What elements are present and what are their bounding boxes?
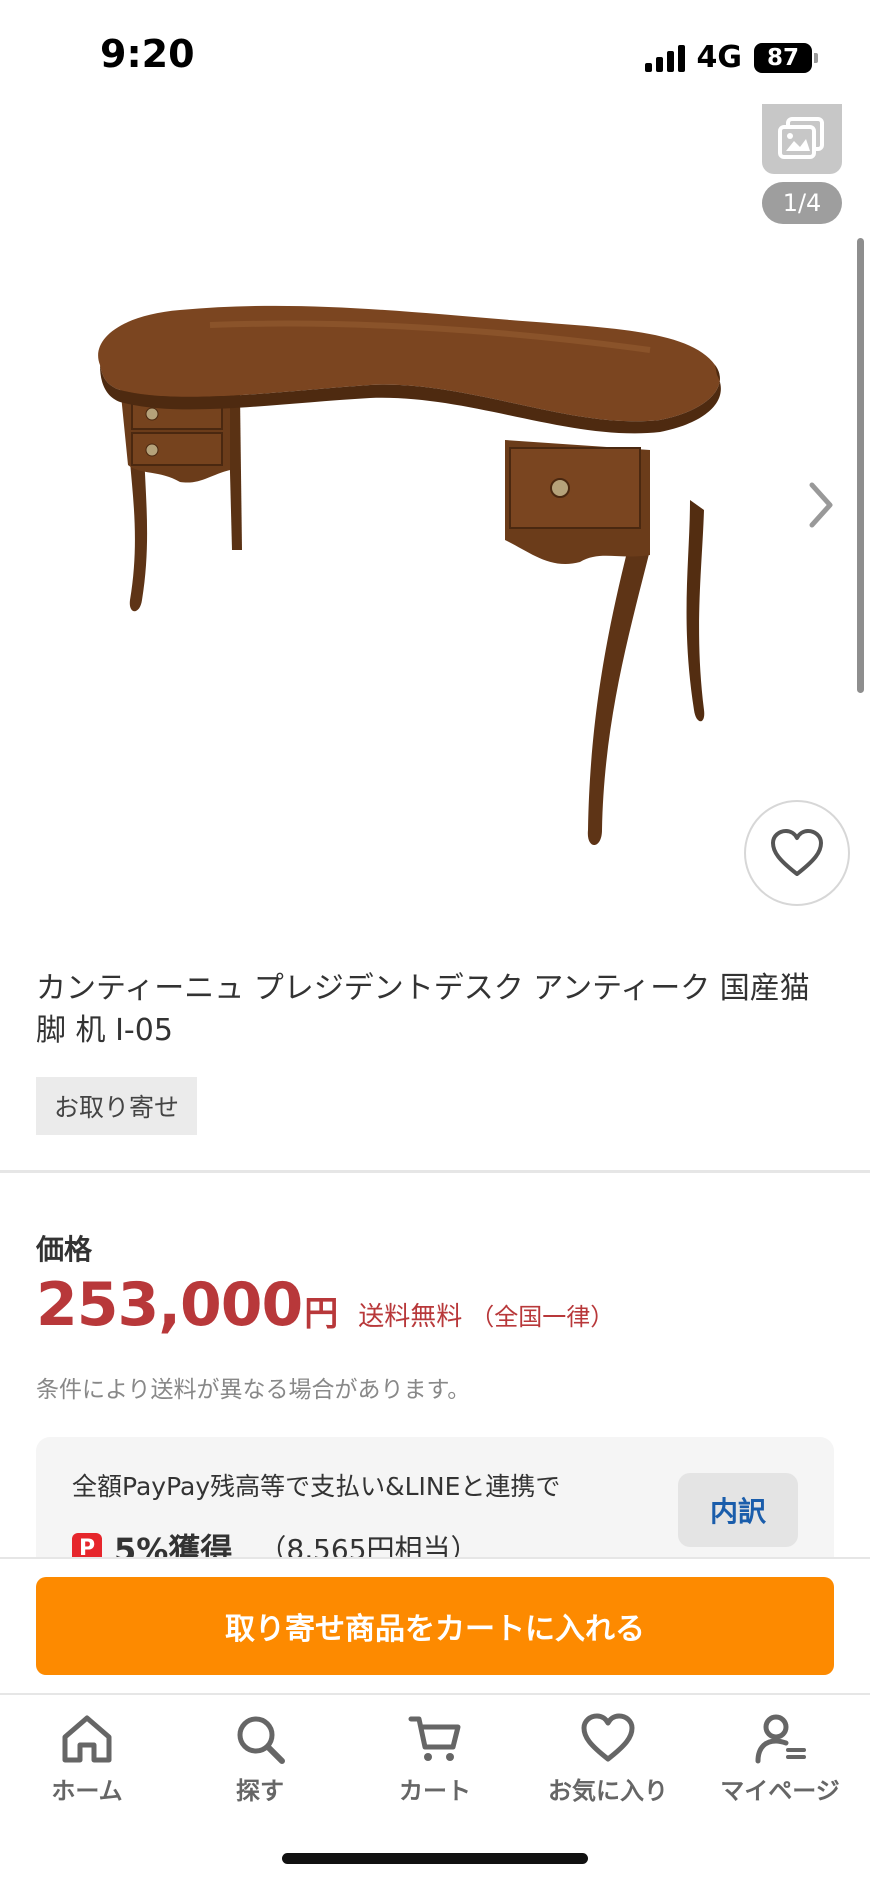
price-unit: 円 xyxy=(304,1294,339,1334)
nav-item-home[interactable]: ホーム xyxy=(17,1713,157,1806)
heart-icon xyxy=(581,1713,635,1762)
status-indicators: 4G 87 xyxy=(644,40,818,75)
nav-label-cart: カート xyxy=(399,1777,471,1805)
search-icon xyxy=(237,1716,285,1764)
gallery-icon xyxy=(778,117,824,159)
nav-item-mypage[interactable]: マイページ xyxy=(710,1713,850,1806)
paypay-description: 全額PayPay残高等で支払い&LINEと連携で xyxy=(72,1472,561,1501)
home-indicator[interactable] xyxy=(282,1853,588,1864)
status-time: 9:20 xyxy=(100,32,195,76)
add-to-cart-button[interactable]: 取り寄せ商品をカートに入れる xyxy=(36,1577,834,1675)
home-icon xyxy=(62,1715,112,1763)
price-heading: 価格 xyxy=(36,1233,93,1266)
shipping-note: （全国一律） xyxy=(470,1303,615,1331)
paypay-reward-box: 全額PayPay残高等で支払い&LINEと連携で 内訳 P 5%獲得 （8,56… xyxy=(36,1437,834,1577)
gallery-button[interactable] xyxy=(762,104,842,174)
network-type: 4G xyxy=(696,40,743,75)
divider xyxy=(0,1170,870,1173)
cart-icon xyxy=(408,1716,461,1761)
user-icon xyxy=(755,1714,806,1764)
favorite-button[interactable] xyxy=(744,800,850,906)
shipping-condition-note: 条件により送料が異なる場合があります。 xyxy=(36,1377,471,1403)
product-image xyxy=(98,305,721,845)
nav-item-search[interactable]: 探す xyxy=(190,1713,330,1806)
status-bar: 9:20 4G 87 xyxy=(0,0,870,105)
breakdown-button[interactable]: 内訳 xyxy=(678,1473,798,1547)
heart-icon xyxy=(771,829,823,876)
chevron-right-icon[interactable] xyxy=(802,475,842,535)
product-image-gallery[interactable]: 1/4 xyxy=(0,100,870,920)
nav-label-mypage: マイページ xyxy=(720,1777,840,1805)
nav-item-favorites[interactable]: お気に入り xyxy=(538,1713,678,1806)
nav-label-favorites: お気に入り xyxy=(548,1777,668,1805)
nav-label-home: ホーム xyxy=(51,1777,123,1805)
cart-section: 取り寄せ商品をカートに入れる xyxy=(0,1557,870,1693)
stock-badge: お取り寄せ xyxy=(36,1077,198,1135)
scrollbar[interactable] xyxy=(857,238,864,693)
nav-item-cart[interactable]: カート xyxy=(365,1713,505,1806)
battery-icon: 87 xyxy=(754,42,818,73)
signal-icon xyxy=(644,44,685,72)
shipping-free-label: 送料無料 xyxy=(358,1302,463,1332)
battery-level: 87 xyxy=(766,44,799,71)
price-row: 253,000 円 送料無料 （全国一律） xyxy=(36,1270,614,1340)
product-title: カンティーニュ プレジデントデスク アンティーク 国産猫脚 机 I-05 xyxy=(36,971,810,1048)
page-indicator: 1/4 xyxy=(762,182,842,224)
nav-label-search: 探す xyxy=(236,1777,284,1805)
price-value: 253,000 xyxy=(36,1270,303,1340)
